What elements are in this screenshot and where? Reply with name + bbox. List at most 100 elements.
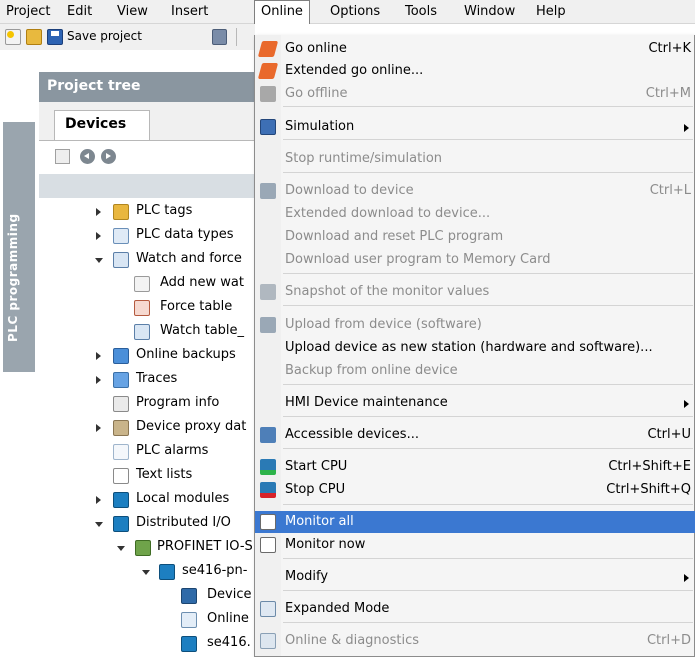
watch-table-icon xyxy=(134,324,150,340)
tree-item-device-config[interactable]: Device xyxy=(39,584,255,608)
menu-item-snapshot-monitor-values[interactable]: Snapshot of the monitor values xyxy=(255,281,695,303)
menu-online[interactable]: Online xyxy=(254,0,310,24)
tree-item-label: Force table xyxy=(160,299,233,314)
expand-arrow-icon[interactable] xyxy=(96,496,101,504)
collapse-arrow-icon[interactable] xyxy=(95,522,103,527)
menu-separator xyxy=(283,106,693,107)
force-table-icon xyxy=(134,300,150,316)
menu-item-monitor-all[interactable]: Monitor all xyxy=(255,511,695,533)
new-project-icon[interactable] xyxy=(5,29,21,45)
tree-item-se416-pn[interactable]: se416-pn- xyxy=(39,560,255,584)
tree-item-watch-and-force[interactable]: Watch and force xyxy=(39,248,255,272)
menu-item-monitor-now[interactable]: Monitor now xyxy=(255,534,695,556)
menu-item-label: Expanded Mode xyxy=(285,601,390,616)
tree-item-text-lists[interactable]: Text lists xyxy=(39,464,255,488)
tree-item-online-diagnostics[interactable]: Online xyxy=(39,608,255,632)
menu-item-label: Download and reset PLC program xyxy=(285,229,504,244)
tree-item-plc-alarms[interactable]: PLC alarms xyxy=(39,440,255,464)
menu-project[interactable]: Project xyxy=(6,4,50,19)
expand-arrow-icon[interactable] xyxy=(96,376,101,384)
menu-item-hmi-device-maintenance[interactable]: HMI Device maintenance xyxy=(255,392,695,414)
go-offline-icon xyxy=(260,86,276,102)
accessible-devices-icon xyxy=(260,427,276,443)
menu-help[interactable]: Help xyxy=(536,4,566,19)
menu-item-backup-online-device[interactable]: Backup from online device xyxy=(255,360,695,382)
menu-item-stop-runtime-simulation[interactable]: Stop runtime/simulation xyxy=(255,148,695,170)
menu-tools[interactable]: Tools xyxy=(405,4,437,19)
expand-arrow-icon[interactable] xyxy=(96,424,101,432)
forward-icon[interactable] xyxy=(101,149,116,164)
menu-insert[interactable]: Insert xyxy=(171,4,208,19)
tree-item-traces[interactable]: Traces xyxy=(39,368,255,392)
profinet-icon xyxy=(135,540,151,556)
menu-options[interactable]: Options xyxy=(330,4,380,19)
menu-item-expanded-mode[interactable]: Expanded Mode xyxy=(255,598,695,620)
tree-item-label: Online xyxy=(207,611,249,626)
tree-item-distributed-io[interactable]: Distributed I/O xyxy=(39,512,255,536)
menu-edit[interactable]: Edit xyxy=(67,4,92,19)
tab-devices[interactable]: Devices xyxy=(54,110,150,140)
menu-item-download-to-device[interactable]: Download to device Ctrl+L xyxy=(255,180,695,202)
program-info-icon xyxy=(113,396,129,412)
save-project-button[interactable]: Save project xyxy=(67,29,142,43)
tree-item-watch-table[interactable]: Watch table_ xyxy=(39,320,255,344)
monitor-now-icon xyxy=(260,537,276,553)
menu-item-stop-cpu[interactable]: Stop CPU Ctrl+Shift+Q xyxy=(255,479,695,501)
project-tree-title: Project tree xyxy=(39,72,255,102)
tree-item-label: PROFINET IO-S xyxy=(157,539,253,554)
menu-separator xyxy=(283,590,693,591)
menu-view[interactable]: View xyxy=(117,4,148,19)
menu-separator xyxy=(283,622,693,623)
tree-item-label: PLC data types xyxy=(136,227,234,242)
device-proxy-icon xyxy=(113,420,129,436)
collapse-arrow-icon[interactable] xyxy=(95,258,103,263)
tree-item-local-modules[interactable]: Local modules xyxy=(39,488,255,512)
menu-item-extended-go-online[interactable]: Extended go online... xyxy=(255,60,695,82)
save-icon[interactable] xyxy=(47,29,63,45)
menu-item-accessible-devices[interactable]: Accessible devices... Ctrl+U xyxy=(255,424,695,446)
menu-window[interactable]: Window xyxy=(464,4,515,19)
menu-item-download-and-reset[interactable]: Download and reset PLC program xyxy=(255,226,695,248)
menu-item-shortcut: Ctrl+D xyxy=(646,633,691,648)
open-project-icon[interactable] xyxy=(26,29,42,45)
menu-item-extended-download[interactable]: Extended download to device... xyxy=(255,203,695,225)
overview-icon[interactable] xyxy=(55,149,70,164)
side-tab-strip: PLC programming xyxy=(0,50,39,657)
plc-tags-icon xyxy=(113,204,129,220)
tree-item-program-info[interactable]: Program info xyxy=(39,392,255,416)
tree-item-plc-data-types[interactable]: PLC data types xyxy=(39,224,255,248)
tree-item-profinet-io-system[interactable]: PROFINET IO-S xyxy=(39,536,255,560)
tree-item-plc-tags[interactable]: PLC tags xyxy=(39,200,255,224)
print-icon[interactable] xyxy=(212,29,227,45)
tree-item-label: Device proxy dat xyxy=(136,419,247,434)
tree-item-se416-module[interactable]: se416. xyxy=(39,632,255,656)
menu-item-go-online[interactable]: Go online Ctrl+K xyxy=(255,38,695,60)
device-configuration-icon xyxy=(181,588,197,604)
menu-separator xyxy=(283,416,693,417)
expand-arrow-icon[interactable] xyxy=(96,208,101,216)
stop-cpu-icon xyxy=(260,482,276,498)
tree-item-label: Online backups xyxy=(136,347,236,362)
tree-item-device-proxy-data[interactable]: Device proxy dat xyxy=(39,416,255,440)
menu-item-modify[interactable]: Modify xyxy=(255,566,695,588)
menu-item-shortcut: Ctrl+U xyxy=(647,427,691,442)
menu-item-online-diagnostics[interactable]: Online & diagnostics Ctrl+D xyxy=(255,630,695,652)
tree-item-force-table[interactable]: Force table xyxy=(39,296,255,320)
expand-arrow-icon[interactable] xyxy=(96,232,101,240)
tree-item-label: Traces xyxy=(136,371,178,386)
menu-item-upload-new-station[interactable]: Upload device as new station (hardware a… xyxy=(255,337,695,359)
toolbar: Save project xyxy=(0,24,255,50)
menu-item-go-offline[interactable]: Go offline Ctrl+M xyxy=(255,83,695,105)
collapse-arrow-icon[interactable] xyxy=(142,570,150,575)
menu-item-download-memory-card[interactable]: Download user program to Memory Card xyxy=(255,249,695,271)
menu-item-start-cpu[interactable]: Start CPU Ctrl+Shift+E xyxy=(255,456,695,478)
tree-item-online-backups[interactable]: Online backups xyxy=(39,344,255,368)
back-icon[interactable] xyxy=(80,149,95,164)
tree-item-label: Add new wat xyxy=(160,275,244,290)
diagnostics-icon xyxy=(260,633,276,649)
tree-item-add-new-watch-table[interactable]: Add new wat xyxy=(39,272,255,296)
collapse-arrow-icon[interactable] xyxy=(117,546,125,551)
expand-arrow-icon[interactable] xyxy=(96,352,101,360)
menu-item-upload-from-device[interactable]: Upload from device (software) xyxy=(255,314,695,336)
menu-item-simulation[interactable]: Simulation xyxy=(255,116,695,138)
